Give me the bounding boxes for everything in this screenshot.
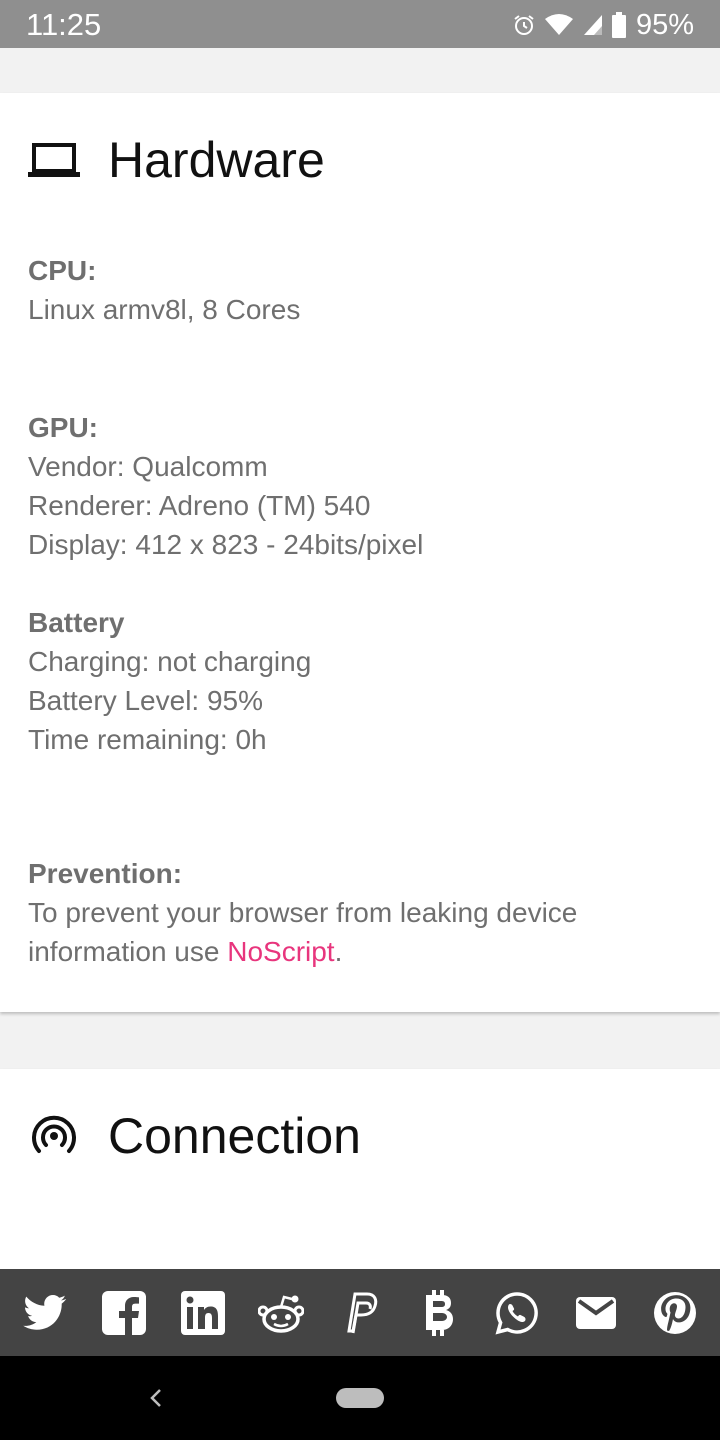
status-time: 11:25 [26, 7, 102, 42]
battery-charging: Charging: not charging [28, 646, 312, 677]
gpu-vendor: Vendor: Qualcomm [28, 451, 268, 482]
linkedin-icon[interactable] [179, 1289, 227, 1337]
twitter-icon[interactable] [21, 1289, 69, 1337]
reddit-icon[interactable] [257, 1289, 305, 1337]
gpu-section: GPU: Vendor: Qualcomm Renderer: Adreno (… [28, 408, 688, 564]
laptop-icon [28, 134, 80, 186]
cpu-label: CPU: [28, 255, 97, 286]
wifi-icon [544, 13, 574, 37]
battery-time-remaining: Time remaining: 0h [28, 724, 267, 755]
cpu-section: CPU: Linux armv8l, 8 Cores [28, 251, 688, 329]
noscript-link[interactable]: NoScript [227, 936, 334, 967]
gpu-display: Display: 412 x 823 - 24bits/pixel [28, 529, 424, 560]
email-icon[interactable] [572, 1289, 620, 1337]
prevention-section: Prevention: To prevent your browser from… [28, 854, 688, 971]
cell-signal-icon [582, 13, 604, 37]
hardware-title: Hardware [108, 132, 325, 188]
battery-icon [611, 12, 626, 38]
navigation-bar [0, 1356, 720, 1440]
hardware-header: Hardware [28, 131, 325, 189]
connection-icon [28, 1110, 80, 1162]
alarm-icon [512, 13, 536, 37]
battery-percent: 95% [635, 8, 694, 41]
pinterest-icon[interactable] [651, 1289, 699, 1337]
facebook-icon[interactable] [100, 1289, 148, 1337]
gpu-renderer: Renderer: Adreno (TM) 540 [28, 490, 371, 521]
battery-level: Battery Level: 95% [28, 685, 264, 716]
connection-card: Connection [0, 1069, 720, 1274]
whatsapp-icon[interactable] [493, 1289, 541, 1337]
back-icon[interactable] [146, 1380, 166, 1416]
connection-header: Connection [28, 1107, 361, 1165]
status-bar: 11:25 95% [0, 0, 720, 48]
connection-title: Connection [108, 1108, 361, 1164]
status-icons: 95% [512, 8, 694, 42]
share-bar [0, 1269, 720, 1356]
battery-section: Battery Charging: not charging Battery L… [28, 603, 688, 759]
cpu-value: Linux armv8l, 8 Cores [28, 294, 301, 325]
prevention-text: To prevent your browser from leaking dev… [28, 893, 688, 971]
bitcoin-icon[interactable] [415, 1289, 463, 1337]
hardware-card: Hardware CPU: Linux armv8l, 8 Cores GPU:… [0, 93, 720, 1012]
paypal-icon[interactable] [336, 1289, 384, 1337]
home-button[interactable] [336, 1388, 384, 1408]
gpu-label: GPU: [28, 412, 98, 443]
battery-label: Battery [28, 607, 125, 638]
prevention-label: Prevention: [28, 858, 183, 889]
prevention-text-after: . [334, 936, 343, 967]
